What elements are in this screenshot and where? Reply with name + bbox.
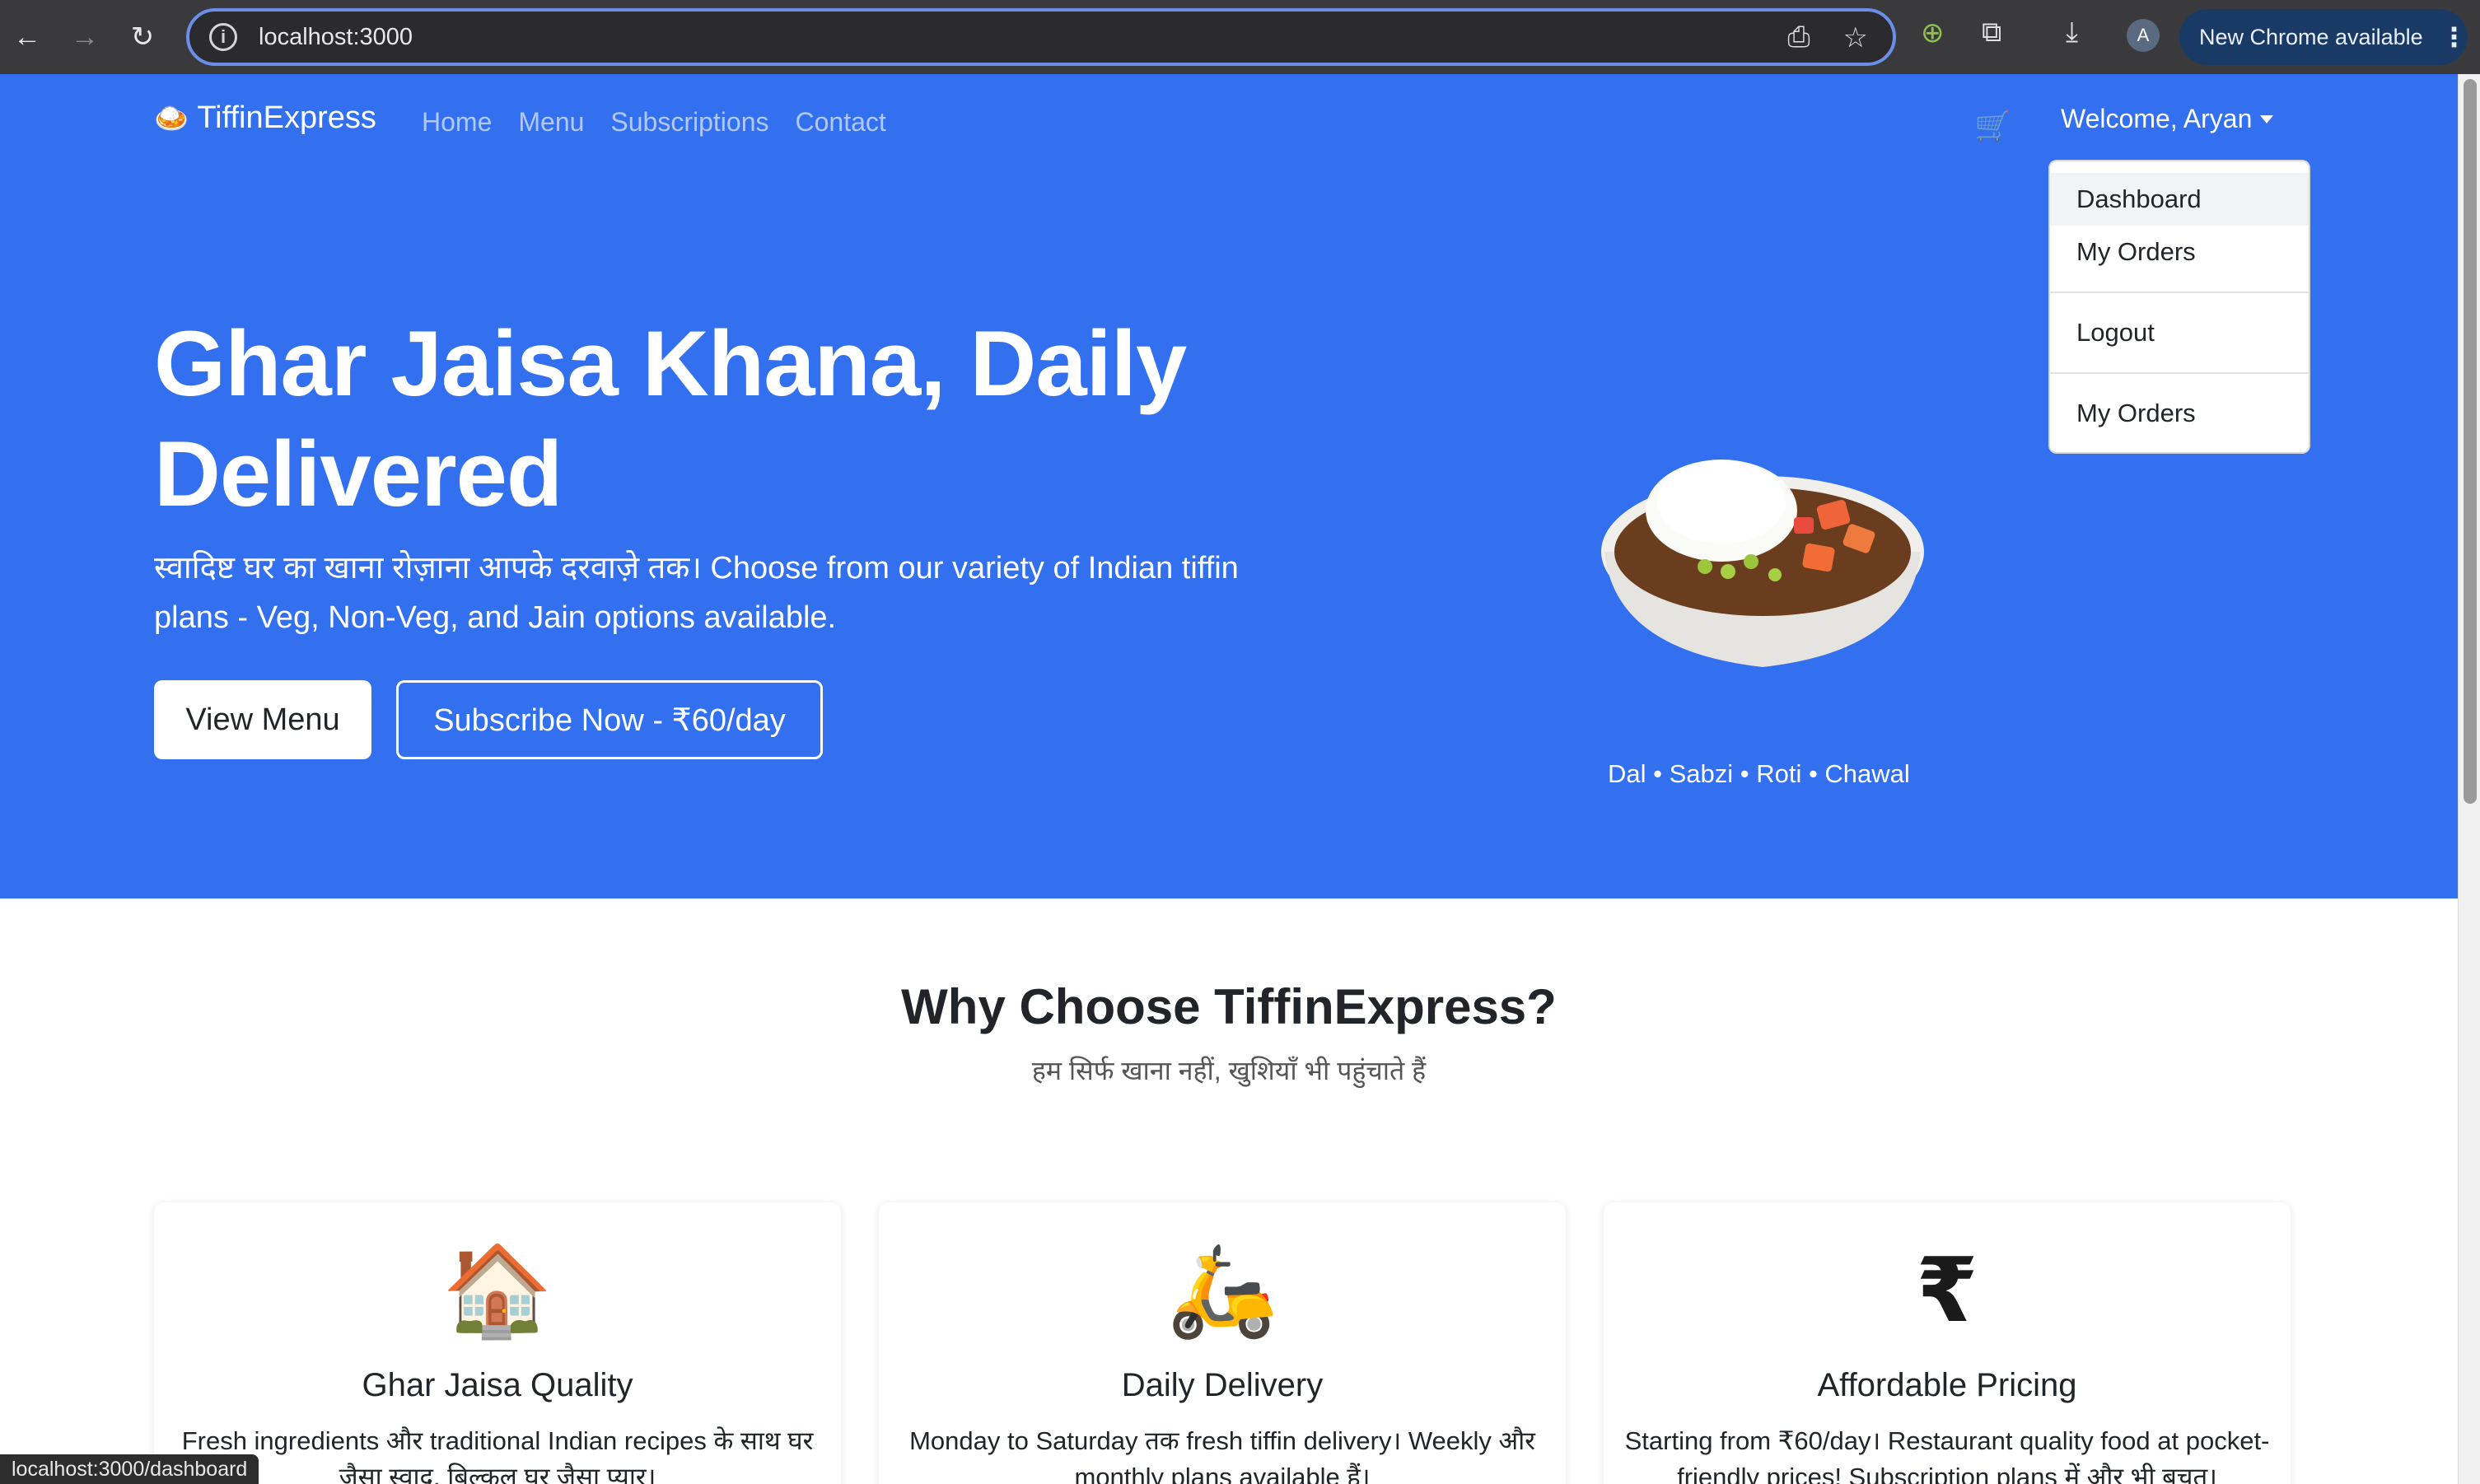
site-info-icon[interactable]: i bbox=[209, 23, 237, 51]
brand-link[interactable]: 🍛 TiffinExpress bbox=[154, 100, 376, 136]
house-icon: 🏠 bbox=[441, 1240, 553, 1340]
view-menu-button[interactable]: View Menu bbox=[154, 680, 371, 759]
dropdown-item-my-orders-2[interactable]: My Orders bbox=[2050, 387, 2309, 440]
chrome-update-button[interactable]: New Chrome available ⋮ bbox=[2179, 9, 2468, 65]
reload-icon[interactable]: ↻ bbox=[122, 16, 163, 58]
rice-curry-bowl-image bbox=[1601, 460, 1924, 667]
kebab-menu-icon[interactable]: ⋮ bbox=[2441, 21, 2468, 53]
nav-link-subscriptions[interactable]: Subscriptions bbox=[610, 107, 768, 138]
user-menu-toggle[interactable]: Welcome, Aryan bbox=[2061, 104, 2274, 134]
feature-card-text: Starting from ₹60/day। Restaurant qualit… bbox=[1624, 1426, 2270, 1484]
dropdown-item-dashboard[interactable]: Dashboard bbox=[2050, 173, 2309, 226]
dropdown-divider bbox=[2050, 372, 2309, 374]
feature-card-pricing: ₹ Affordable Pricing Starting from ₹60/d… bbox=[1604, 1202, 2291, 1484]
why-section-subtitle: हम सिर्फ खाना नहीं, खुशियाँ भी पहुंचाते … bbox=[1031, 1056, 1427, 1085]
feature-card-title: Daily Delivery bbox=[1121, 1367, 1324, 1403]
page-scrollbar[interactable] bbox=[2458, 74, 2480, 1484]
feature-card-text: Monday to Saturday तक fresh tiffin deliv… bbox=[909, 1426, 1535, 1484]
profile-avatar[interactable]: A bbox=[2127, 19, 2160, 52]
status-bar-url: localhost:3000/dashboard bbox=[0, 1454, 259, 1484]
cart-icon[interactable]: 🛒 bbox=[1974, 109, 2011, 143]
feature-card-delivery: 🛵 Daily Delivery Monday to Saturday तक f… bbox=[879, 1202, 1566, 1484]
download-icon[interactable]: ⤓ bbox=[2066, 16, 2078, 49]
hero-subtitle: स्वादिष्ट घर का खाना रोज़ाना आपके दरवाज़… bbox=[154, 551, 1239, 635]
hero-title: Ghar Jaisa Khana, Daily Delivered bbox=[154, 312, 1187, 525]
bowl-icon: 🍛 bbox=[154, 102, 189, 134]
food-caption: Dal • Sabzi • Roti • Chawal bbox=[1608, 759, 1910, 788]
why-section-title: Why Choose TiffinExpress? bbox=[901, 979, 1557, 1034]
dropdown-divider bbox=[2050, 292, 2309, 293]
dropdown-item-my-orders[interactable]: My Orders bbox=[2050, 226, 2309, 278]
extension-plus-icon[interactable]: ⊕ bbox=[1921, 16, 1945, 49]
dropdown-item-logout[interactable]: Logout bbox=[2050, 306, 2309, 359]
address-bar[interactable]: i localhost:3000 ⎙ ☆ bbox=[186, 8, 1896, 66]
scrollbar-thumb[interactable] bbox=[2464, 79, 2477, 804]
hero-section: 🍛 TiffinExpress Home Menu Subscriptions … bbox=[0, 74, 2458, 898]
back-icon[interactable]: ← bbox=[7, 16, 48, 58]
welcome-text: Welcome, Aryan bbox=[2061, 104, 2253, 133]
extensions-puzzle-icon[interactable]: ⧉ bbox=[1982, 16, 2001, 49]
feature-card-title: Affordable Pricing bbox=[1817, 1367, 2077, 1403]
feature-card-text: Fresh ingredients और traditional Indian … bbox=[181, 1426, 814, 1484]
chevron-down-icon bbox=[2260, 114, 2274, 124]
nav-link-contact[interactable]: Contact bbox=[796, 107, 886, 138]
bookmark-star-icon[interactable]: ☆ bbox=[1843, 21, 1868, 54]
chrome-update-label: New Chrome available bbox=[2199, 24, 2423, 49]
browser-toolbar: ← → ↻ i localhost:3000 ⎙ ☆ ⊕ ⧉ ⤓ A New C… bbox=[0, 0, 2480, 74]
brand-name: TiffinExpress bbox=[197, 100, 376, 135]
page-viewport: 🍛 TiffinExpress Home Menu Subscriptions … bbox=[0, 74, 2458, 1484]
scooter-icon: 🛵 bbox=[1166, 1240, 1278, 1340]
rupee-icon: ₹ bbox=[1916, 1240, 1978, 1340]
address-url[interactable]: localhost:3000 bbox=[259, 24, 413, 51]
nav-link-menu[interactable]: Menu bbox=[518, 107, 584, 138]
feature-card-quality: 🏠 Ghar Jaisa Quality Fresh ingredients औ… bbox=[154, 1202, 841, 1484]
nav-link-home[interactable]: Home bbox=[422, 107, 492, 138]
nav-links: Home Menu Subscriptions Contact bbox=[422, 107, 886, 138]
navbar: 🍛 TiffinExpress Home Menu Subscriptions … bbox=[154, 74, 2296, 173]
feature-card-title: Ghar Jaisa Quality bbox=[362, 1367, 633, 1403]
forward-icon[interactable]: → bbox=[64, 16, 105, 58]
subscribe-button[interactable]: Subscribe Now - ₹60/day bbox=[396, 680, 823, 759]
user-dropdown-menu: Dashboard My Orders Logout My Orders bbox=[2048, 160, 2310, 454]
install-app-icon[interactable]: ⎙ bbox=[1787, 21, 1810, 54]
